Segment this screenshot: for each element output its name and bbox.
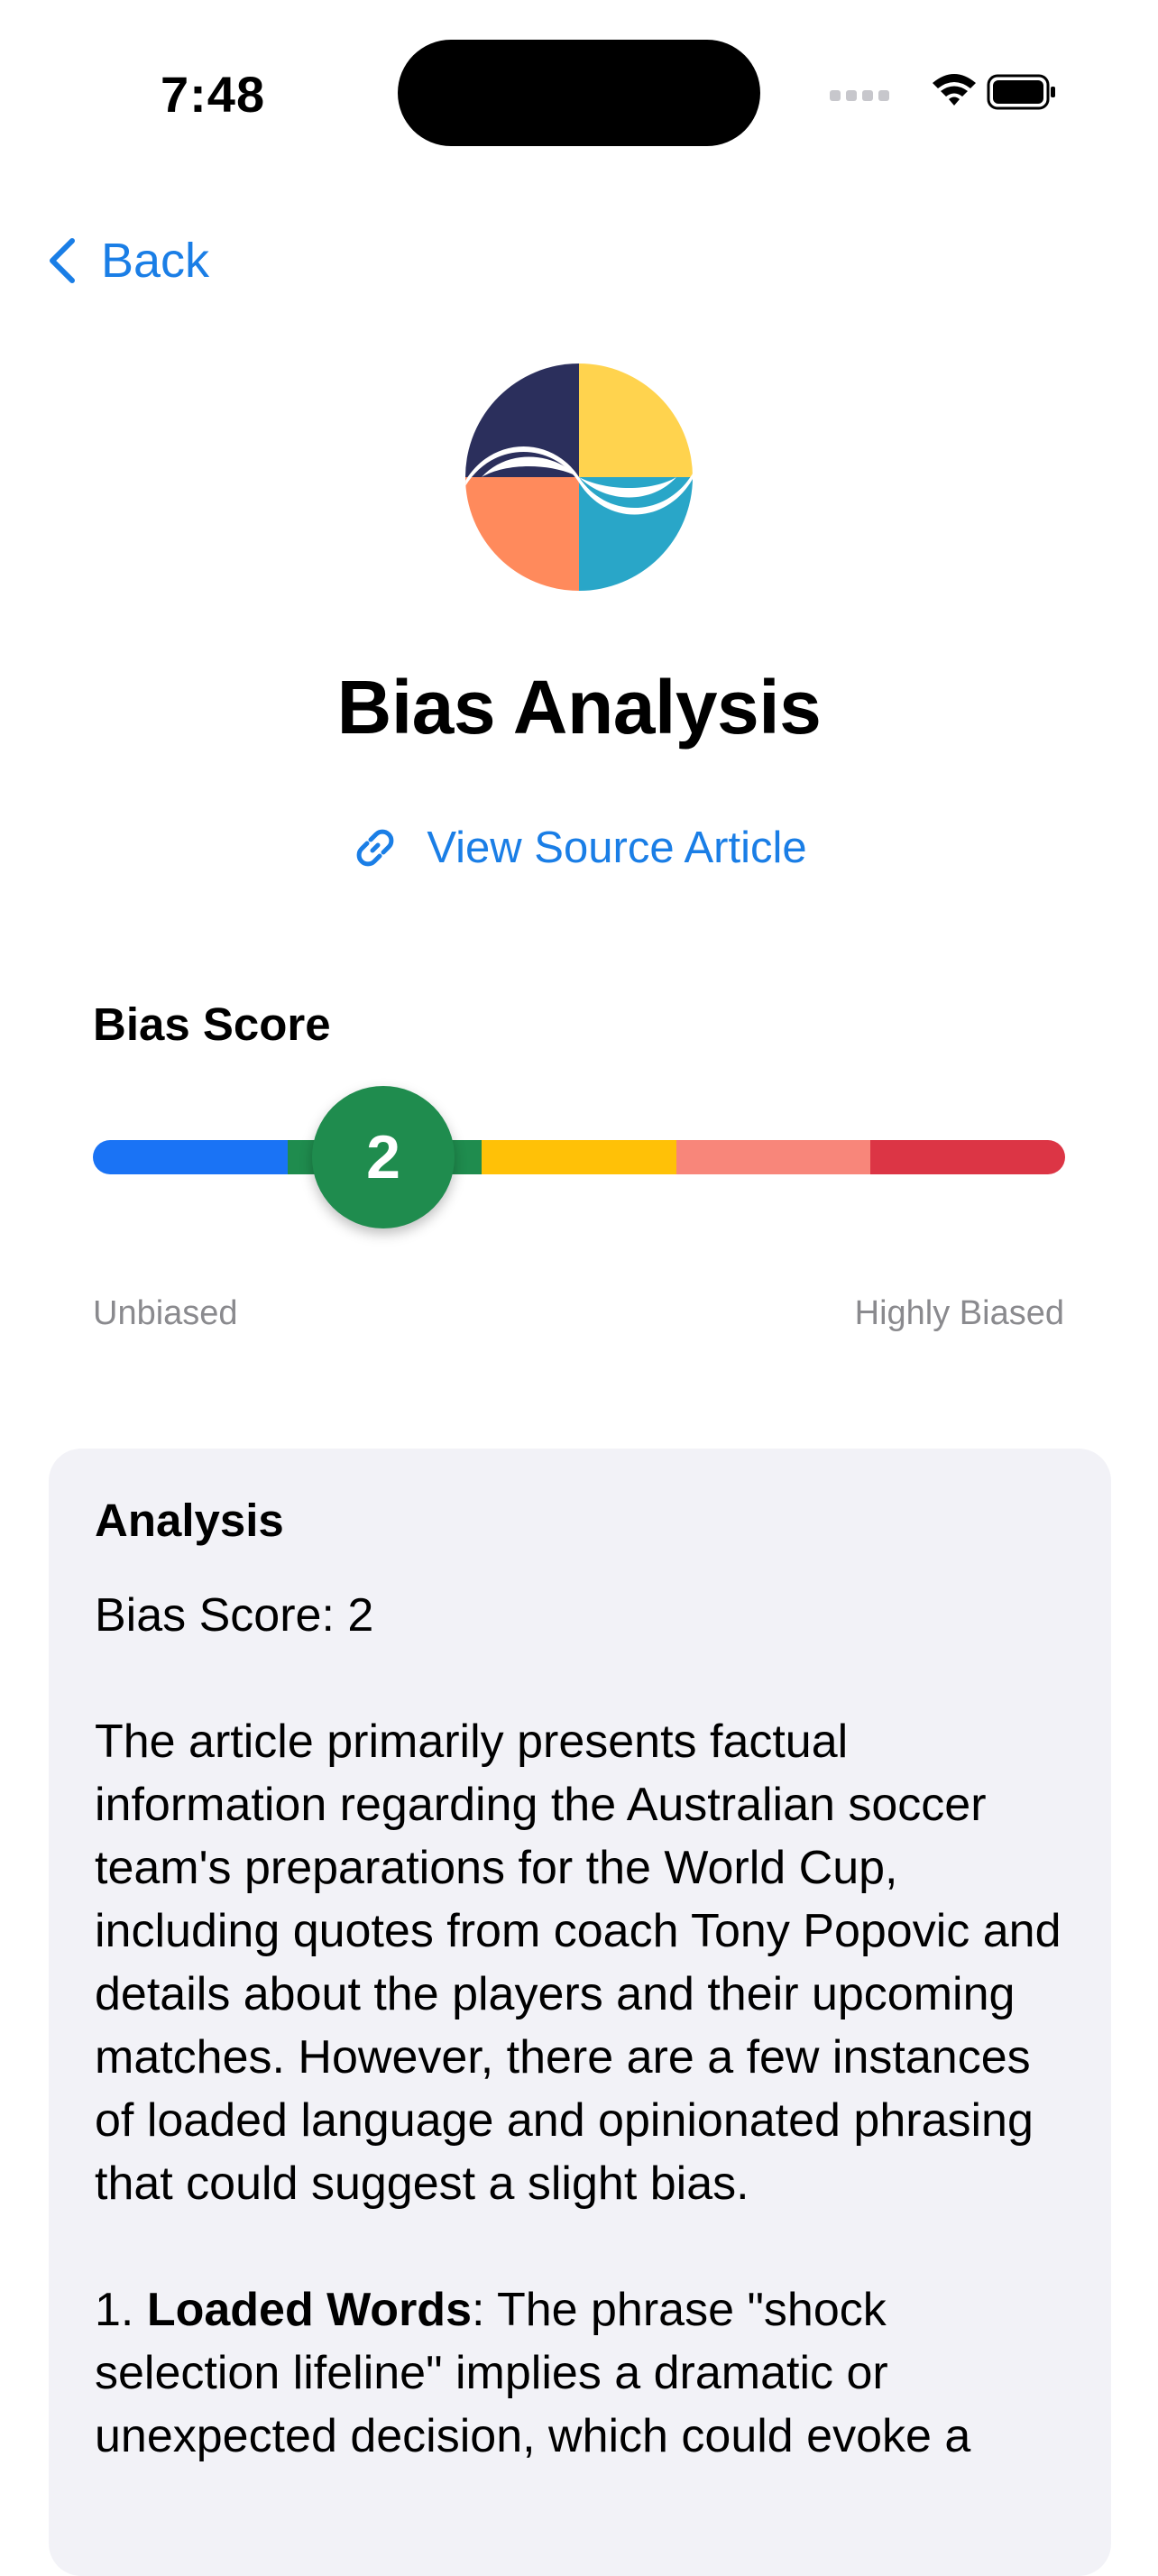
back-label: Back bbox=[101, 234, 210, 288]
analysis-score-line: Bias Score: 2 bbox=[95, 1589, 374, 1642]
analysis-heading: Analysis bbox=[95, 1495, 284, 1546]
page-title: Bias Analysis bbox=[336, 665, 822, 750]
bias-score-knob[interactable]: 2 bbox=[312, 1086, 455, 1228]
scale-segment-5 bbox=[870, 1140, 1065, 1174]
point-term: Loaded Words bbox=[146, 2284, 472, 2336]
scale-max-label: Highly Biased bbox=[854, 1294, 1064, 1332]
analysis-point-1: 1. Loaded Words: The phrase "shock selec… bbox=[95, 2278, 1078, 2468]
scale-min-label: Unbiased bbox=[93, 1294, 238, 1332]
bias-score-scale bbox=[93, 1140, 1065, 1174]
link-icon bbox=[356, 829, 394, 867]
analysis-paragraph: The article primarily presents factual i… bbox=[95, 1716, 1062, 2210]
dynamic-island bbox=[398, 40, 760, 146]
cellular-signal-icon bbox=[830, 90, 889, 101]
scale-segment-3 bbox=[482, 1140, 676, 1174]
scale-segment-1 bbox=[93, 1140, 288, 1174]
app-logo bbox=[465, 363, 693, 591]
battery-icon bbox=[987, 74, 1055, 110]
scale-segment-4 bbox=[676, 1140, 871, 1174]
point-number: 1. bbox=[95, 2284, 147, 2336]
view-source-article-link[interactable]: View Source Article bbox=[0, 823, 1158, 873]
chevron-left-icon bbox=[50, 238, 75, 283]
analysis-body: Bias Score: 2 The article primarily pres… bbox=[95, 1584, 1078, 2468]
analysis-card: Analysis Bias Score: 2 The article prima… bbox=[49, 1449, 1111, 2576]
status-time: 7:48 bbox=[161, 66, 266, 123]
back-button[interactable]: Back bbox=[45, 233, 209, 289]
status-bar: 7:48 bbox=[0, 0, 1158, 180]
status-icons bbox=[830, 74, 1055, 110]
source-link-label: View Source Article bbox=[427, 823, 807, 872]
wifi-icon bbox=[933, 74, 976, 106]
bias-score-heading: Bias Score bbox=[93, 998, 331, 1050]
